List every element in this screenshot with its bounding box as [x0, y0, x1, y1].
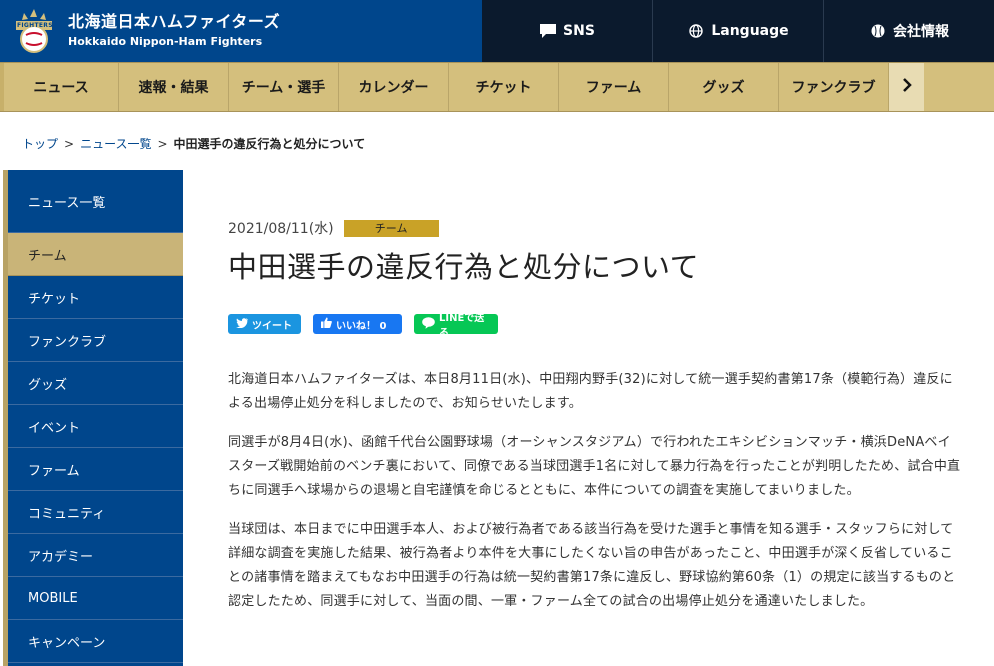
- article-date: 2021/08/11(水): [228, 221, 334, 237]
- thumbs-up-icon: [321, 317, 332, 331]
- util-sns-label: SNS: [563, 23, 595, 39]
- sidebar-item-team[interactable]: チーム: [8, 233, 183, 276]
- sidebar-item-mobile[interactable]: MOBILE: [8, 577, 183, 620]
- sidebar: ニュース一覧 チーム チケット ファンクラブ グッズ イベント ファーム コミュ…: [3, 170, 183, 666]
- nav-item-results[interactable]: 速報・結果: [119, 63, 229, 111]
- breadcrumb-separator: >: [64, 136, 75, 151]
- util-company-label: 会社情報: [893, 24, 949, 40]
- nav-item-ticket[interactable]: チケット: [449, 63, 559, 111]
- nav-item-calendar[interactable]: カレンダー: [339, 63, 449, 111]
- line-share-button[interactable]: LINEで送る: [414, 313, 498, 339]
- breadcrumb-current: 中田選手の違反行為と処分について: [173, 137, 366, 151]
- article-paragraph: 北海道日本ハムファイターズは、本日8月11日(水)、中田翔内野手(32)に対して…: [228, 372, 953, 411]
- nav-item-farm[interactable]: ファーム: [559, 63, 669, 111]
- nav-item-fanclub[interactable]: ファンクラブ: [779, 63, 889, 111]
- sidebar-item-ticket[interactable]: チケット: [8, 276, 183, 319]
- brand-block[interactable]: FIGHTERS 北海道日本ハムファイターズ Hokkaido Nippon-H…: [0, 0, 482, 62]
- sidebar-item-fanclub[interactable]: ファンクラブ: [8, 319, 183, 362]
- util-language-label: Language: [711, 23, 789, 39]
- sidebar-item-campaign[interactable]: キャンペーン: [8, 620, 183, 663]
- share-buttons: ツイート いいね！ 0 LINEで送る: [228, 313, 963, 339]
- brand-name-en: Hokkaido Nippon-Ham Fighters: [68, 35, 263, 48]
- category-badge[interactable]: チーム: [343, 219, 439, 237]
- fighters-logo-icon[interactable]: FIGHTERS: [10, 7, 58, 55]
- breadcrumb: トップ > ニュース一覧 > 中田選手の違反行為と処分について: [22, 135, 365, 152]
- nav-item-goods[interactable]: グッズ: [669, 63, 779, 111]
- sidebar-item-community[interactable]: コミュニティ: [8, 491, 183, 534]
- article: 2021/08/11(水) チーム 中田選手の違反行為と処分について ツイート …: [228, 218, 963, 629]
- article-title: 中田選手の違反行為と処分について: [228, 250, 700, 284]
- sidebar-item-goods[interactable]: グッズ: [8, 362, 183, 405]
- article-paragraph: 同選手が8月4日(水)、函館千代台公園野球場（オーシャンスタジアム）で行われたエ…: [228, 435, 961, 498]
- article-meta: 2021/08/11(水) チーム: [228, 218, 963, 238]
- sidebar-item-event[interactable]: イベント: [8, 405, 183, 448]
- brand-text: 北海道日本ハムファイターズ Hokkaido Nippon-Ham Fighte…: [68, 12, 280, 50]
- sidebar-item-news-list[interactable]: ニュース一覧: [8, 170, 183, 233]
- article-paragraph: 当球団は、本日までに中田選手本人、および被行為者である該当行為を受けた選手と事情…: [228, 522, 956, 609]
- line-label: LINEで送る: [439, 313, 485, 339]
- util-company-button[interactable]: 会社情報: [823, 0, 994, 62]
- chat-bubble-icon: [539, 22, 557, 40]
- logo-text: FIGHTERS: [17, 22, 53, 29]
- like-button[interactable]: いいね！ 0: [313, 314, 402, 334]
- baseball-icon: [869, 22, 887, 40]
- globe-icon: [687, 22, 705, 40]
- site-header: FIGHTERS 北海道日本ハムファイターズ Hokkaido Nippon-H…: [0, 0, 994, 62]
- sidebar-item-academy[interactable]: アカデミー: [8, 534, 183, 577]
- brand-name-jp: 北海道日本ハムファイターズ: [68, 12, 281, 31]
- line-icon: [422, 316, 435, 332]
- twitter-bird-icon: [236, 317, 248, 331]
- tweet-label: ツイート: [252, 320, 292, 332]
- breadcrumb-separator: >: [157, 136, 168, 151]
- util-language-button[interactable]: Language: [652, 0, 823, 62]
- nav-more-button[interactable]: [889, 63, 924, 111]
- breadcrumb-news-list-link[interactable]: ニュース一覧: [80, 135, 151, 152]
- breadcrumb-home-link[interactable]: トップ: [22, 135, 58, 152]
- utility-nav: SNS Language 会社情報: [482, 0, 994, 62]
- sidebar-item-farm[interactable]: ファーム: [8, 448, 183, 491]
- tweet-button[interactable]: ツイート: [228, 314, 301, 334]
- nav-item-news[interactable]: ニュース: [0, 63, 119, 111]
- like-label: いいね！ 0: [336, 320, 387, 332]
- util-sns-button[interactable]: SNS: [482, 0, 652, 62]
- article-body: 北海道日本ハムファイターズは、本日8月11日(水)、中田翔内野手(32)に対して…: [228, 368, 963, 614]
- chevron-right-icon: [901, 77, 913, 97]
- nav-item-team[interactable]: チーム・選手: [229, 63, 339, 111]
- global-nav: ニュース 速報・結果 チーム・選手 カレンダー チケット ファーム グッズ ファ…: [0, 62, 994, 112]
